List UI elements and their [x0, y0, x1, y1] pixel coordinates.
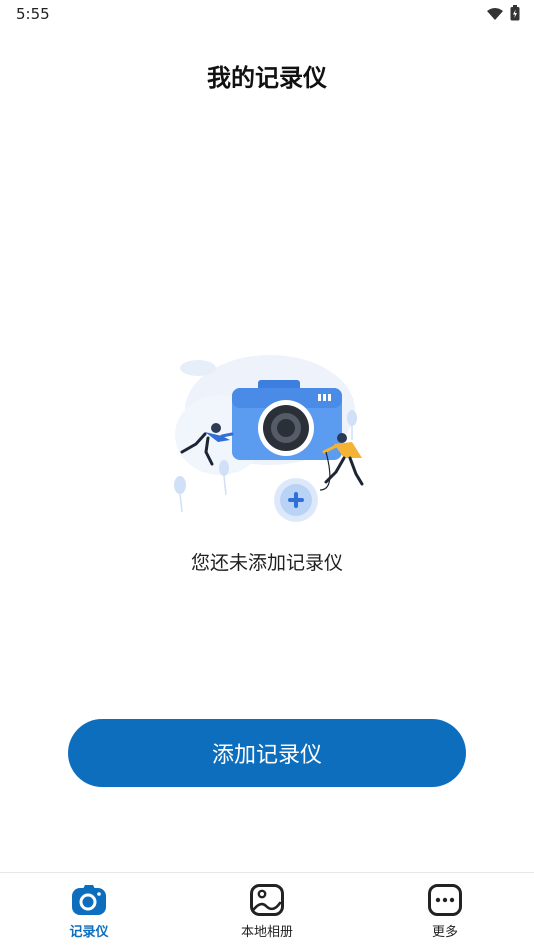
battery-icon [510, 5, 520, 25]
tab-local-album-label: 本地相册 [240, 925, 293, 940]
album-icon [212, 883, 322, 917]
bottom-nav: 记录仪 本地相册 更多 [0, 872, 534, 950]
tab-more-label: 更多 [431, 925, 458, 940]
status-time: 5:55 [16, 5, 50, 23]
camera-add-illustration [160, 340, 370, 530]
add-recorder-button[interactable]: 添加记录仪 [68, 719, 466, 787]
wifi-icon [486, 6, 504, 25]
tab-recorder-label: 记录仪 [69, 925, 109, 940]
tab-local-album[interactable]: 本地相册 [212, 883, 322, 947]
status-bar: 5:55 [0, 0, 534, 28]
page-title: 我的记录仪 [207, 64, 327, 92]
status-icons [486, 5, 520, 25]
empty-state-message: 您还未添加记录仪 [190, 552, 343, 574]
tab-more[interactable]: 更多 [390, 883, 500, 947]
screen: 5:55 我的记录仪 您还未添加记录仪 添加记录仪 记录仪 本地相册 更多 [0, 0, 534, 950]
tab-recorder[interactable]: 记录仪 [34, 883, 144, 947]
more-icon [390, 883, 500, 917]
camera-icon [34, 883, 144, 917]
